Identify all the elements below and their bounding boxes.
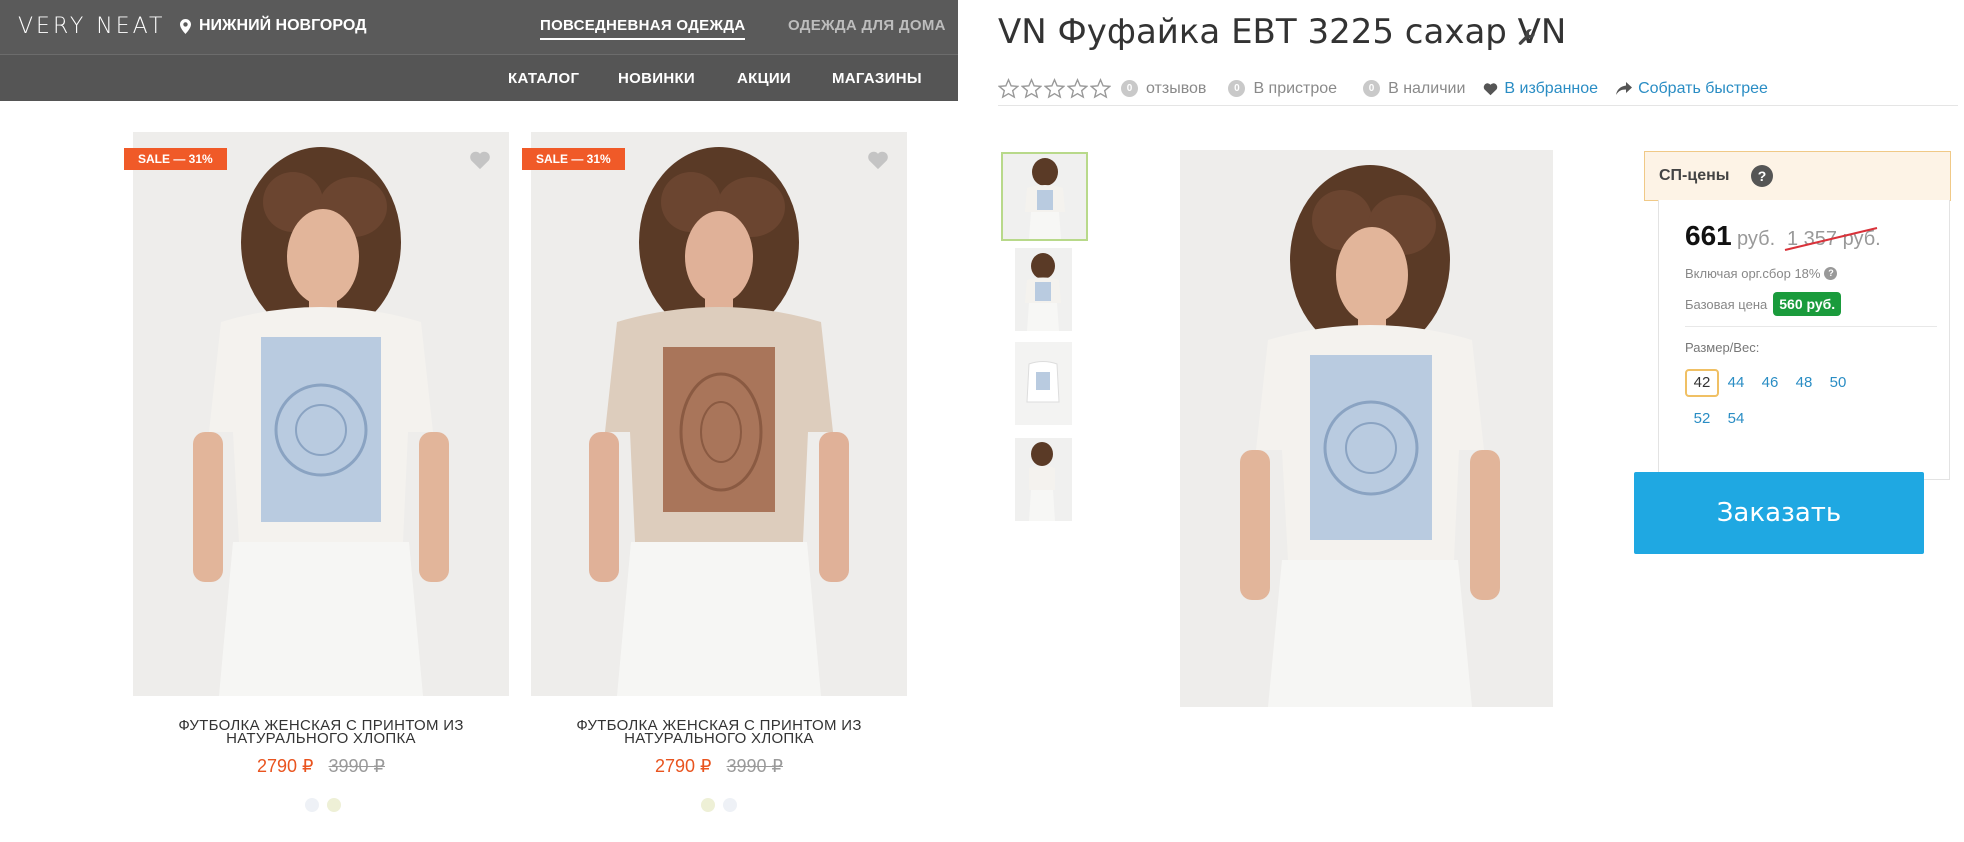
product-title-line2[interactable]: НАТУРАЛЬНОГО ХЛОПКА	[133, 731, 509, 746]
sp-prices-label: СП-цены	[1659, 167, 1730, 184]
sp-prices-header: СП-цены ?	[1644, 151, 1951, 201]
strike-through-mark	[1784, 227, 1878, 251]
collect-faster-label: Собрать быстрее	[1638, 79, 1768, 97]
order-button[interactable]: Заказать	[1634, 472, 1924, 554]
gallery-thumbnail[interactable]	[1015, 342, 1072, 425]
favorite-heart-icon[interactable]	[469, 150, 491, 170]
star-icon	[1090, 78, 1111, 99]
gallery-thumbnail[interactable]	[1015, 248, 1072, 331]
old-price: 3990 ₽	[726, 756, 784, 776]
size-option-50[interactable]: 50	[1821, 369, 1855, 397]
currency-label: руб.	[1737, 228, 1776, 250]
model-illustration	[133, 132, 509, 696]
attach-count: 0	[1228, 80, 1246, 97]
city-selector[interactable]: НИЖНИЙ НОВГОРОД	[180, 17, 366, 35]
color-swatch[interactable]	[723, 798, 737, 812]
thumbnail-image	[1003, 154, 1086, 239]
nav-catalog[interactable]: КАТАЛОГ	[508, 70, 579, 87]
thumbnail-image	[1015, 248, 1072, 331]
old-price: 3990 ₽	[328, 756, 386, 776]
share-arrow-icon	[1616, 81, 1633, 95]
main-product-photo[interactable]	[1180, 150, 1553, 707]
gallery-thumbnail[interactable]	[1015, 438, 1072, 521]
color-swatch[interactable]	[701, 798, 715, 812]
size-option-52[interactable]: 52	[1685, 405, 1719, 433]
model-illustration	[1180, 150, 1553, 707]
product-photo[interactable]	[133, 132, 509, 696]
tab-casual-wear[interactable]: ПОВСЕДНЕВНАЯ ОДЕЖДА	[540, 17, 746, 40]
color-swatch[interactable]	[305, 798, 319, 812]
heart-icon	[1484, 82, 1498, 95]
color-swatch[interactable]	[327, 798, 341, 812]
size-label: Размер/Вес:	[1685, 340, 1760, 355]
stock-count: 0	[1363, 80, 1381, 97]
favorites-label: В избранное	[1504, 79, 1599, 97]
size-option-54[interactable]: 54	[1719, 405, 1753, 433]
product-meta-row: 0 отзывов 0 В пристрое 0 В наличии В изб…	[998, 72, 1958, 106]
attach-label: В пристрое	[1253, 79, 1338, 97]
thumbnail-image	[1015, 342, 1072, 425]
rating-stars[interactable]	[998, 78, 1113, 99]
attach-status: 0 В пристрое	[1228, 80, 1337, 98]
stock-status: 0 В наличии	[1363, 80, 1465, 98]
city-label: НИЖНИЙ НОВГОРОД	[199, 17, 367, 34]
product-photo[interactable]	[531, 132, 907, 696]
price-panel: 661 руб. 1 357 руб. Включая орг.сбор 18%…	[1658, 200, 1950, 480]
wrench-icon[interactable]	[1518, 28, 1536, 46]
collect-faster-link[interactable]: Собрать быстрее	[1616, 80, 1768, 98]
help-icon[interactable]: ?	[1824, 267, 1838, 280]
model-illustration	[531, 132, 907, 696]
included-fee-note: Включая орг.сбор 18% ?	[1685, 266, 1838, 281]
help-icon[interactable]: ?	[1751, 165, 1773, 187]
star-icon	[1067, 78, 1088, 99]
sale-badge: SALE — 31%	[522, 148, 625, 170]
reviews-count: 0	[1121, 80, 1138, 97]
base-price-row: Базовая цена 560 руб.	[1685, 292, 1842, 316]
base-price-badge: 560 руб.	[1773, 292, 1842, 316]
size-option-44[interactable]: 44	[1719, 369, 1753, 397]
main-nav: КАТАЛОГ НОВИНКИ АКЦИИ МАГАЗИНЫ	[0, 54, 958, 101]
star-icon	[1021, 78, 1042, 99]
sp-price: 661	[1685, 220, 1732, 251]
nav-sales[interactable]: АКЦИИ	[737, 70, 791, 87]
included-fee-label: Включая орг.сбор 18%	[1685, 266, 1821, 281]
product-title: VN Фуфайка ЕВТ 3225 сахар VN	[998, 12, 1567, 52]
size-option-42[interactable]: 42	[1685, 369, 1719, 397]
reviews-label[interactable]: отзывов	[1146, 80, 1206, 98]
base-price-label: Базовая цена	[1685, 296, 1768, 312]
tab-home-wear[interactable]: ОДЕЖДА ДЛЯ ДОМА	[788, 17, 946, 34]
shop-listing: VERY NEAT НИЖНИЙ НОВГОРОД ПОВСЕДНЕВНАЯ О…	[0, 0, 958, 842]
stock-label: В наличии	[1388, 79, 1466, 97]
nav-stores[interactable]: МАГАЗИНЫ	[832, 70, 922, 87]
size-option-48[interactable]: 48	[1787, 369, 1821, 397]
top-bar: VERY NEAT НИЖНИЙ НОВГОРОД ПОВСЕДНЕВНАЯ О…	[0, 0, 958, 54]
favorite-heart-icon[interactable]	[867, 150, 889, 170]
product-title-line2[interactable]: НАТУРАЛЬНОГО ХЛОПКА	[531, 731, 907, 746]
location-pin-icon	[180, 18, 191, 34]
size-option-46[interactable]: 46	[1753, 369, 1787, 397]
price-row: 2790 ₽ 3990 ₽	[531, 756, 907, 777]
sale-badge: SALE — 31%	[124, 148, 227, 170]
star-icon	[1044, 78, 1065, 99]
add-to-favorites-link[interactable]: В избранное	[1483, 80, 1598, 98]
logo[interactable]: VERY NEAT	[18, 14, 165, 39]
sale-price: 2790 ₽	[654, 756, 712, 776]
divider	[1685, 326, 1937, 327]
star-icon	[998, 78, 1019, 99]
sale-price: 2790 ₽	[256, 756, 314, 776]
thumbnail-image	[1015, 438, 1072, 521]
gallery-thumbnail[interactable]	[1001, 152, 1088, 241]
nav-new[interactable]: НОВИНКИ	[618, 70, 695, 87]
price-row: 2790 ₽ 3990 ₽	[133, 756, 509, 777]
